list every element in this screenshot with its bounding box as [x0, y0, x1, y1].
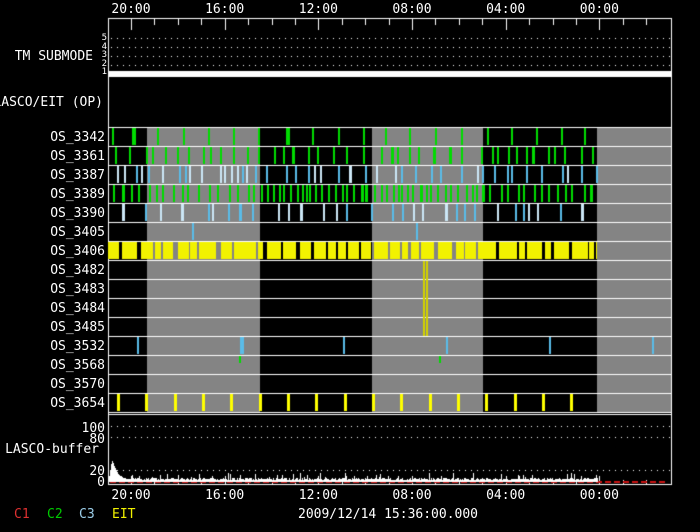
- top-axis-label-16:00: 16:00: [205, 2, 244, 17]
- tm-submode-panel-label: TM SUBMODE: [0, 49, 93, 64]
- row-label-OS_3570: OS_3570: [25, 377, 105, 392]
- top-axis-label-04:00: 04:00: [486, 2, 525, 17]
- row-label-OS_3405: OS_3405: [25, 225, 105, 240]
- buffer-ytick-0: 0: [65, 475, 105, 490]
- row-label-OS_3482: OS_3482: [25, 263, 105, 278]
- bottom-axis-label-16:00: 16:00: [205, 488, 244, 503]
- top-axis-label-20:00: 20:00: [111, 2, 150, 17]
- strip-chart-canvas: [0, 0, 700, 532]
- row-label-OS_3389: OS_3389: [25, 187, 105, 202]
- telemetry-monitor-screen: TM SUBMODE LASCO/EIT (OP) LASCO-buffer 2…: [0, 0, 700, 532]
- row-label-OS_3654: OS_3654: [25, 396, 105, 411]
- row-label-OS_3568: OS_3568: [25, 358, 105, 373]
- row-label-OS_3342: OS_3342: [25, 130, 105, 145]
- legend-item-C2: C2: [47, 507, 63, 522]
- reference-timestamp: 2009/12/14 15:36:00.000: [298, 507, 478, 522]
- row-label-OS_3406: OS_3406: [25, 244, 105, 259]
- bottom-axis-label-04:00: 04:00: [486, 488, 525, 503]
- tm-ytick-1: 1: [93, 67, 107, 77]
- row-label-OS_3387: OS_3387: [25, 168, 105, 183]
- legend-item-C3: C3: [79, 507, 95, 522]
- row-label-OS_3484: OS_3484: [25, 301, 105, 316]
- bottom-axis-label-08:00: 08:00: [392, 488, 431, 503]
- row-label-OS_3532: OS_3532: [25, 339, 105, 354]
- lasco-eit-panel-label: LASCO/EIT (OP): [0, 95, 103, 110]
- buffer-ytick-80: 80: [65, 432, 105, 447]
- bottom-axis-label-20:00: 20:00: [111, 488, 150, 503]
- top-axis-label-08:00: 08:00: [392, 2, 431, 17]
- bottom-axis-label-12:00: 12:00: [299, 488, 338, 503]
- row-label-OS_3483: OS_3483: [25, 282, 105, 297]
- row-label-OS_3390: OS_3390: [25, 206, 105, 221]
- top-axis-label-12:00: 12:00: [299, 2, 338, 17]
- bottom-axis-label-00:00: 00:00: [580, 488, 619, 503]
- row-label-OS_3361: OS_3361: [25, 149, 105, 164]
- top-axis-label-00:00: 00:00: [580, 2, 619, 17]
- legend-item-C1: C1: [14, 507, 30, 522]
- legend-item-EIT: EIT: [112, 507, 135, 522]
- row-label-OS_3485: OS_3485: [25, 320, 105, 335]
